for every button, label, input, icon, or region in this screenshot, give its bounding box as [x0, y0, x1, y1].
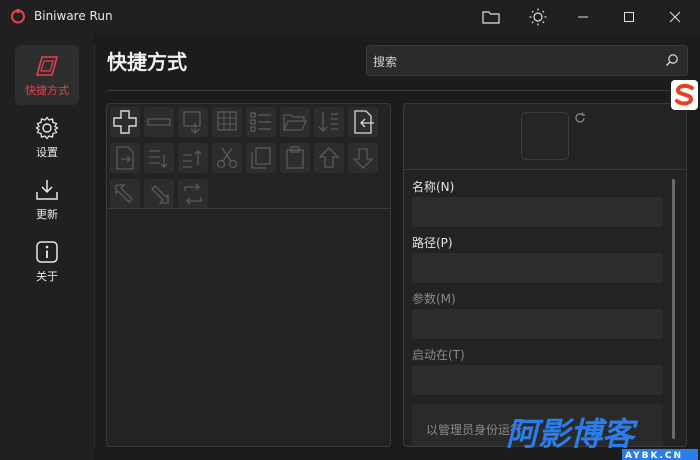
add-shortcut-icon	[183, 111, 201, 134]
outdent-icon	[183, 150, 202, 168]
start-in-field[interactable]	[412, 365, 663, 395]
shortcut-toolbar	[110, 107, 386, 209]
export-button[interactable]	[110, 143, 140, 173]
collapse-icon	[151, 185, 169, 204]
open-folder-tool-button[interactable]	[280, 107, 310, 137]
sogou-s-icon	[674, 83, 694, 106]
export-icon	[116, 146, 134, 170]
nav-item-shortcuts[interactable]: 快捷方式	[15, 45, 79, 105]
info-icon	[36, 241, 58, 263]
move-up-button[interactable]	[314, 143, 344, 173]
minimize-button[interactable]	[560, 0, 606, 34]
nav-label: 关于	[36, 270, 58, 283]
reset-icon[interactable]	[574, 112, 586, 124]
app-logo-icon	[11, 9, 25, 24]
outdent-button[interactable]	[178, 143, 208, 173]
watermark-logo: 阿影博客 AYBK.CN	[506, 415, 698, 460]
collapse-button[interactable]	[144, 179, 174, 209]
path-label: 路径(P)	[412, 236, 453, 250]
list-icon	[250, 112, 271, 132]
folder-icon	[482, 11, 500, 24]
path-field[interactable]	[412, 253, 663, 283]
nav-item-about[interactable]: 关于	[15, 231, 79, 291]
nav-label: 更新	[36, 208, 58, 221]
copy-button[interactable]	[246, 143, 276, 173]
import-icon	[354, 110, 374, 134]
move-up-icon	[318, 147, 340, 168]
nav-label: 设置	[36, 146, 58, 159]
sort-icon	[318, 112, 338, 132]
search-placeholder: 搜索	[373, 55, 398, 69]
move-down-icon	[352, 148, 374, 169]
indent-button[interactable]	[144, 143, 174, 173]
nav-label: 快捷方式	[25, 84, 69, 97]
shortcut-icon	[35, 56, 59, 76]
name-label: 名称(N)	[412, 180, 455, 194]
title-bar: Biniware Run	[0, 0, 700, 34]
copy-icon	[251, 147, 271, 169]
open-folder-button[interactable]	[468, 0, 514, 34]
close-icon	[669, 11, 681, 23]
nav-item-update[interactable]: 更新	[15, 169, 79, 229]
minimize-icon	[578, 16, 588, 18]
download-icon	[36, 180, 58, 200]
shortcut-icon-preview[interactable]	[521, 112, 569, 160]
paste-icon	[286, 146, 304, 169]
watermark-text: 阿影博客	[506, 415, 639, 453]
cut-icon	[216, 147, 238, 169]
paste-button[interactable]	[280, 143, 310, 173]
nav-item-settings[interactable]: 设置	[15, 107, 79, 167]
args-label: 参数(M)	[412, 292, 456, 306]
import-button[interactable]	[348, 107, 378, 137]
args-field[interactable]	[412, 309, 663, 339]
close-button[interactable]	[652, 0, 698, 34]
sort-button[interactable]	[314, 107, 344, 137]
maximize-icon	[624, 12, 634, 22]
watermark-subtext: AYBK.CN	[625, 451, 683, 460]
refresh-icon	[184, 183, 202, 205]
expand-button[interactable]	[110, 179, 140, 209]
toolbar-divider	[107, 208, 390, 209]
maximize-button[interactable]	[606, 0, 652, 34]
sidebar: 快捷方式 设置 更新 关于	[0, 34, 94, 460]
search-input[interactable]: 搜索	[366, 45, 688, 76]
move-down-button[interactable]	[348, 143, 378, 173]
search-icon[interactable]	[665, 53, 679, 67]
folder-open-icon	[283, 114, 308, 131]
start-in-label: 启动在(T)	[412, 348, 465, 362]
details-scrollbar[interactable]	[672, 179, 675, 439]
cut-button[interactable]	[212, 143, 242, 173]
refresh-list-button[interactable]	[178, 179, 208, 209]
shortcut-list-panel	[106, 103, 391, 447]
remove-icon	[147, 118, 171, 126]
grid-icon	[217, 111, 237, 131]
ime-indicator[interactable]	[671, 80, 698, 110]
gear-icon	[35, 116, 59, 140]
shortcut-details-panel: 名称(N) 路径(P) 参数(M) 启动在(T) 以管理员身份运行	[403, 103, 687, 447]
remove-button[interactable]	[144, 107, 174, 137]
indent-icon	[149, 150, 168, 168]
window-title: Biniware Run	[34, 9, 113, 23]
nav-divider	[94, 44, 95, 448]
add-icon	[113, 110, 137, 134]
grid-view-button[interactable]	[212, 107, 242, 137]
page-title: 快捷方式	[107, 50, 187, 74]
details-divider	[404, 169, 686, 170]
add-shortcut-button[interactable]	[178, 107, 208, 137]
list-view-button[interactable]	[246, 107, 276, 137]
theme-toggle-button[interactable]	[515, 0, 561, 34]
add-button[interactable]	[110, 107, 140, 137]
sun-icon	[529, 8, 547, 26]
name-field[interactable]	[412, 197, 663, 227]
expand-icon	[115, 184, 133, 203]
header-divider	[107, 90, 688, 91]
